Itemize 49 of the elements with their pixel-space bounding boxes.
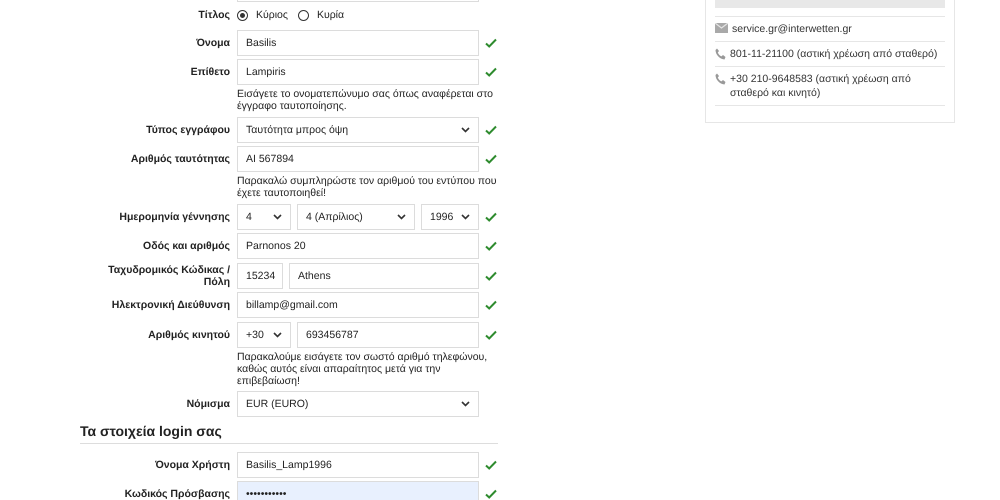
phone-number: +30 210-9648583 (αστική χρέωση από σταθερό και κινητό)	[730, 72, 912, 100]
field-label: Ημερομηνία γέννησης	[118, 210, 231, 223]
chevron-icon	[397, 214, 406, 220]
input-field[interactable]: Basilis	[237, 30, 479, 56]
field-label: Κωδικός Πρόσβασης	[124, 488, 231, 500]
radio-label[interactable]: Κυρία	[316, 9, 344, 21]
field-label: Όνομα Χρήστη	[154, 458, 231, 471]
month-select[interactable]: 4 (Απρίλιος)	[297, 204, 415, 230]
postcode-field[interactable]: 15234	[237, 262, 283, 289]
field-label: Αριθμός ταυτότητας	[130, 153, 231, 166]
email-link[interactable]: service.gr@interwetten.gr	[732, 22, 852, 36]
chevron-icon	[273, 214, 282, 220]
field-label: Τύπος εγγράφου	[145, 124, 231, 136]
input-field[interactable]: Parnonos 20	[237, 233, 479, 260]
hint-text: Εισάγετε το ονοματεπώνυμο σας όπως αναφέρεται στο έγγραφο ταυτοποίησης.	[237, 87, 494, 114]
field-label: Ηλεκτρονική Διεύθυνση	[110, 299, 231, 312]
radio-label[interactable]: Κύριος	[256, 9, 288, 21]
password-field[interactable]: •••••••••••	[237, 481, 479, 500]
field-label: Τίτλος	[197, 9, 231, 21]
hint-text: Παρακαλούμε εισάγετε τον σωστό αριθμό τηλεφώνου, καθώς αυτός είναι απαραίτητος μετά για την επιβεβαίωση!	[237, 350, 488, 388]
field-label: Αριθμός κινητού	[147, 328, 231, 341]
radio-button[interactable]	[237, 10, 248, 20]
country-code-select[interactable]: +30	[237, 322, 291, 348]
select-field[interactable]: Ταυτότητα μπρος όψη	[237, 116, 479, 143]
input-field[interactable]: Basilis_Lamp1996	[237, 452, 479, 478]
hint-text: Παρακαλώ συμπληρώστε τον αριθμού του εντύπου που έχετε ταυτοποιηθεί!	[237, 174, 498, 201]
envelope-icon	[715, 23, 728, 33]
field-label: Επίθετο	[190, 66, 231, 78]
day-select[interactable]: 4	[237, 204, 291, 230]
radio-button[interactable]	[298, 10, 309, 20]
select-field[interactable]: EUR (EURO)	[237, 391, 479, 418]
chevron-icon	[461, 126, 470, 133]
input-field[interactable]: billamp@gmail.com	[237, 292, 479, 318]
section-heading: Τα στοιχεία login σας	[80, 419, 498, 444]
field-label: Όνομα	[195, 36, 231, 49]
field-label: Νόμισμα	[186, 398, 231, 410]
phone-field[interactable]: 693456787	[297, 322, 479, 348]
field-label: Ταχυδρομικός Κώδικας / Πόλη	[107, 264, 231, 288]
chevron-icon	[273, 332, 282, 338]
year-select[interactable]: 1996	[421, 204, 479, 230]
city-field[interactable]: Athens	[289, 262, 479, 289]
chevron-icon	[461, 401, 470, 408]
phone-icon	[715, 73, 726, 85]
phone-icon	[715, 48, 726, 60]
phone-number: 801-11-21100 (αστική χρέωση από σταθερό)	[730, 47, 938, 61]
chevron-icon	[461, 214, 470, 220]
input-field[interactable]: Lampiris	[237, 59, 479, 86]
input-field[interactable]: AI 567894	[237, 146, 479, 172]
field-label: Οδός και αριθμός	[142, 240, 231, 252]
